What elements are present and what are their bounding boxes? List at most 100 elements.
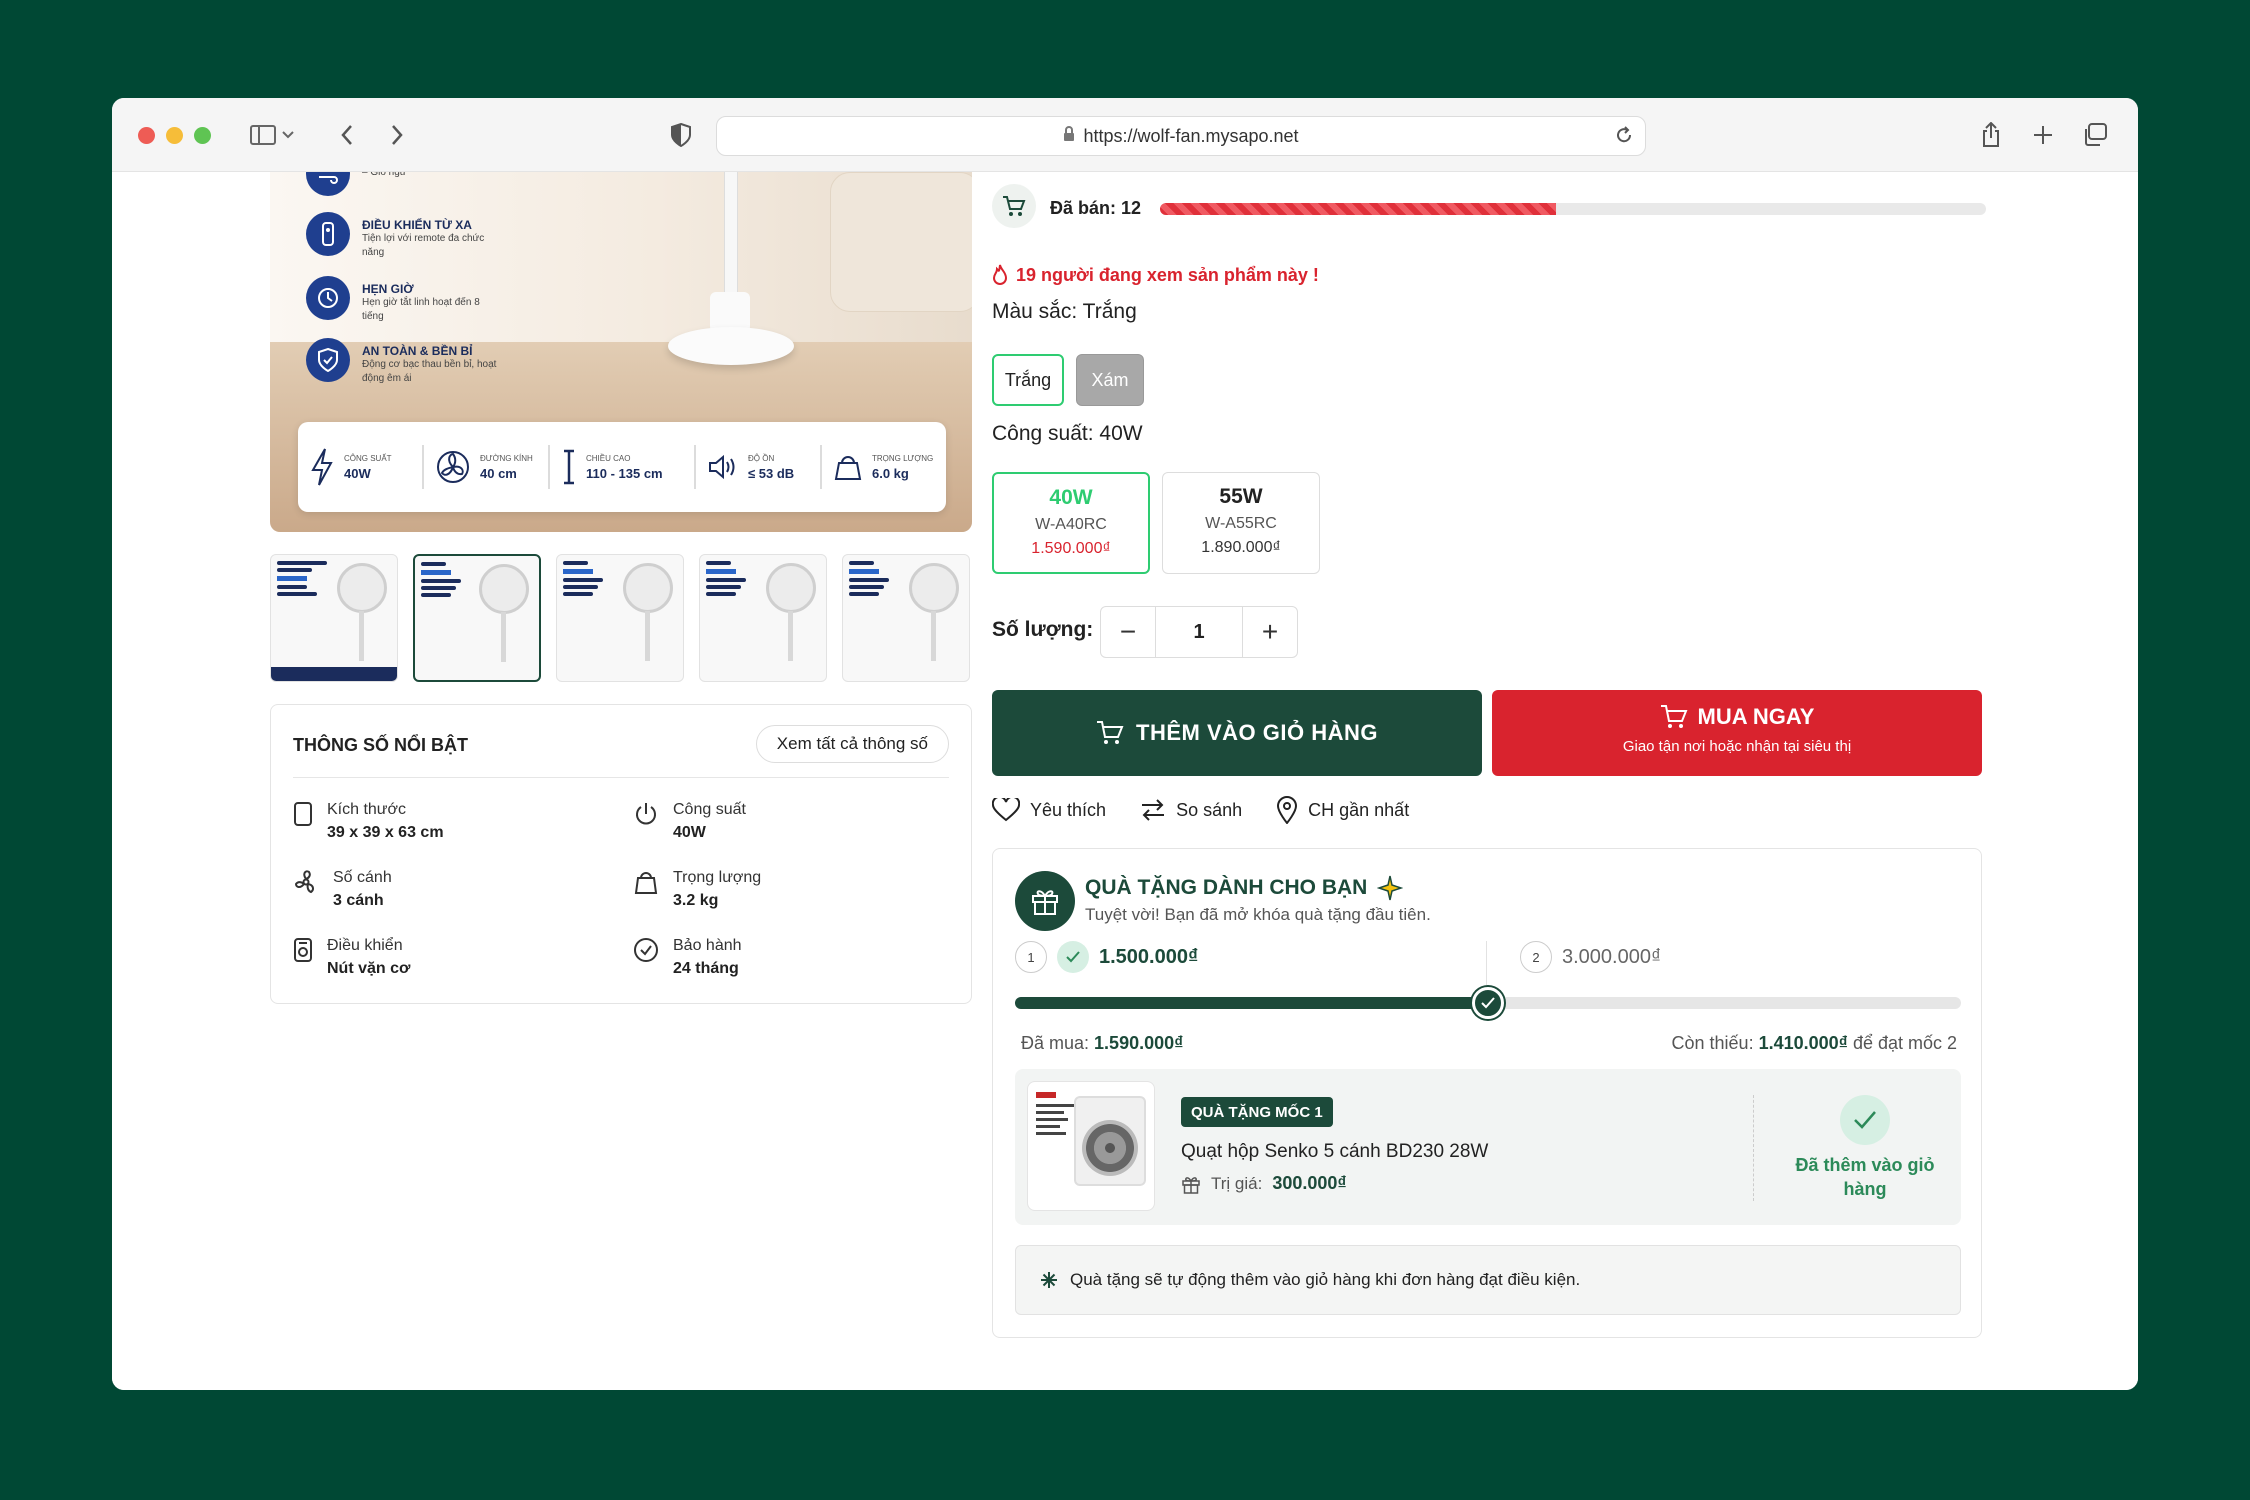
close-window-button[interactable] (138, 127, 155, 144)
thumbnail-4[interactable] (699, 554, 827, 682)
milestone-amount: 3.000.000₫ (1562, 945, 1662, 968)
viewers-notice: 19 người đang xem sản phẩm này ! (992, 264, 1319, 286)
progress-check-icon (1472, 987, 1504, 1019)
spec-value: 3.2 kg (673, 892, 719, 909)
back-icon[interactable] (330, 118, 364, 152)
check-icon (1057, 941, 1089, 973)
weight-icon (834, 456, 862, 480)
nearest-store-button[interactable]: CH gần nhất (1276, 796, 1409, 824)
new-tab-icon[interactable] (2026, 118, 2060, 152)
increase-quantity-button[interactable]: + (1243, 607, 1297, 657)
gift-item-name: Quạt hộp Senko 5 cánh BD230 28W (1181, 1141, 1489, 1162)
spec-label: Công suất (673, 801, 746, 818)
lock-icon (1063, 125, 1075, 147)
feature-remote: ĐIỀU KHIỂN TỪ XA Tiện lợi với remote đa c… (306, 212, 502, 260)
color-label: Màu sắc: Trắng (992, 300, 1137, 324)
buy-now-label: MUA NGAY (1697, 704, 1815, 729)
power-option-55w[interactable]: 55W W-A55RC 1.890.000₫ (1162, 472, 1320, 574)
fan-pole (724, 172, 738, 312)
bought-label: Đã mua: (1021, 1033, 1090, 1053)
address-bar[interactable]: https://wolf-fan.mysapo.net (716, 116, 1646, 156)
hero-spec-power: CÔNG SUẤT 40W (298, 445, 424, 489)
view-all-specs-button[interactable]: Xem tất cả thông số (755, 725, 949, 763)
gift-value-amount: 300.000₫ (1272, 1173, 1347, 1193)
gift-subtitle: Tuyệt vời! Bạn đã mở khóa quà tặng đầu t… (1085, 905, 1431, 924)
quantity-label: Số lượng: (992, 618, 1094, 641)
feature-desc: Động cơ bạc thau bền bỉ, hoạt động êm ái (362, 359, 497, 384)
thumbnail-1[interactable] (270, 554, 398, 682)
feature-desc: Hẹn giờ tắt linh hoạt đến 8 tiếng (362, 297, 480, 322)
fan-icon (437, 451, 469, 483)
tabs-overview-icon[interactable] (2078, 118, 2112, 152)
maximize-window-button[interactable] (194, 127, 211, 144)
gift-title: QUÀ TẶNG DÀNH CHO BẠN (1085, 875, 1404, 901)
feature-safety: AN TOÀN & BỀN BỈ Động cơ bạc thau bền bỉ,… (306, 338, 502, 386)
chevron-down-icon[interactable] (278, 118, 298, 152)
milestone-number: 1 (1015, 941, 1047, 973)
quantity-input[interactable]: 1 (1155, 607, 1243, 657)
spec-label: ĐỘ ỒN (748, 453, 775, 463)
color-value: Trắng (1082, 300, 1137, 323)
spec-label: CHIỀU CAO (586, 453, 631, 463)
spec-label: ĐƯỜNG KÍNH (480, 453, 533, 463)
divider (1753, 1095, 1754, 1201)
decrease-quantity-button[interactable]: − (1101, 607, 1155, 657)
fan-base (668, 327, 794, 365)
spec-power: Công suất 40W (633, 801, 746, 842)
power-option-model: W-A40RC (1035, 516, 1107, 533)
check-circle-icon (634, 938, 658, 962)
forward-icon[interactable] (380, 118, 414, 152)
compare-button[interactable]: So sánh (1140, 796, 1242, 824)
share-icon[interactable] (1974, 118, 2008, 152)
feature-title: AN TOÀN & BỀN BỈ (362, 344, 473, 358)
feature-title: ĐIỀU KHIỂN TỪ XA (362, 218, 472, 232)
spec-value: 110 - 135 cm (586, 465, 663, 481)
thumbnail-5[interactable] (842, 554, 970, 682)
highlight-specs-panel: THÔNG SỐ NỔI BẬT Xem tất cả thông số Kíc… (270, 704, 972, 1004)
weight-icon (634, 872, 658, 894)
feature-desc: Tiện lợi với remote đa chức năng (362, 233, 485, 258)
gift-added-status: Đã thêm vào giỏ hàng (1785, 1095, 1945, 1201)
spec-size: Kích thước 39 x 39 x 63 cm (293, 801, 444, 842)
gift-item-value: Trị giá: 300.000₫ (1181, 1173, 1347, 1194)
spec-warranty: Bảo hành 24 tháng (633, 937, 742, 978)
hero-spec-noise: ĐỘ ỒN ≤ 53 dB (696, 445, 822, 489)
size-icon (294, 802, 312, 826)
milestone-amount: 1.500.000₫ (1099, 945, 1199, 968)
wind-icon (306, 172, 350, 196)
color-option-gray[interactable]: Xám (1076, 354, 1144, 406)
privacy-shield-icon[interactable] (664, 118, 698, 152)
thumbnail-3[interactable] (556, 554, 684, 682)
reload-icon[interactable] (1615, 126, 1633, 149)
sold-count: Đã bán: 12 (1050, 198, 1142, 218)
milestone-2: 2 3.000.000₫ (1520, 941, 1661, 973)
gift-small-icon (1182, 1176, 1200, 1194)
sofa-decoration (830, 172, 972, 312)
remain-label: Còn thiếu: (1671, 1033, 1754, 1053)
add-to-cart-button[interactable]: THÊM VÀO GIỎ HÀNG (992, 690, 1482, 776)
remain-value: 1.410.000₫ (1758, 1033, 1848, 1053)
spec-value: 40 cm (480, 465, 517, 481)
heart-icon (992, 798, 1020, 822)
quantity-stepper: − 1 + (1100, 606, 1298, 658)
product-main-image[interactable]: – Gió ngủ ĐIỀU KHIỂN TỪ XA Tiện lợi với r… (270, 172, 972, 532)
gift-progress-track (1015, 987, 1961, 1019)
gift-panel: QUÀ TẶNG DÀNH CHO BẠN Tuyệt vời! Bạn đã … (992, 848, 1982, 1338)
cart-icon (1097, 721, 1124, 744)
gift-note: Quà tặng sẽ tự động thêm vào giỏ hàng kh… (1015, 1245, 1961, 1315)
wishlist-button[interactable]: Yêu thích (992, 796, 1106, 824)
gift-icon (1015, 871, 1075, 931)
minimize-window-button[interactable] (166, 127, 183, 144)
sidebar-toggle-icon[interactable] (246, 118, 280, 152)
product-actions: Yêu thích So sánh CH gần nhất (992, 796, 1409, 824)
spec-label: Số cánh (333, 869, 392, 886)
thumbnail-2[interactable] (413, 554, 541, 682)
power-option-40w[interactable]: 40W W-A40RC 1.590.000₫ (992, 472, 1150, 574)
buy-now-button[interactable]: MUA NGAY Giao tận nơi hoặc nhận tại siêu… (1492, 690, 1982, 776)
spec-value: 40W (673, 824, 706, 841)
spec-label: Điều khiển (327, 937, 403, 954)
color-option-white[interactable]: Trắng (992, 354, 1064, 406)
gift-product-image (1027, 1081, 1155, 1211)
hero-spec-diameter: ĐƯỜNG KÍNH 40 cm (424, 445, 550, 489)
remote-icon (306, 212, 350, 256)
